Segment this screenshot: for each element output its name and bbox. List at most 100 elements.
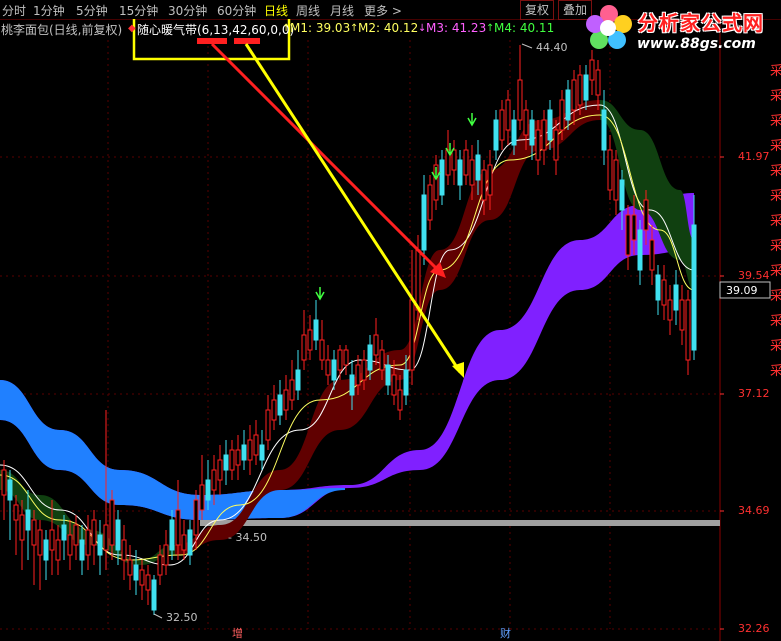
period-more-button[interactable]: 更多 >	[364, 2, 402, 19]
candle-body	[397, 389, 403, 411]
candle-body	[205, 479, 211, 501]
candle-body	[139, 569, 145, 586]
candle-body	[187, 529, 193, 556]
candle-body	[301, 334, 307, 361]
candle-body	[289, 379, 295, 401]
candle-body	[19, 514, 25, 541]
candle-body	[307, 329, 313, 351]
candle-body	[589, 59, 595, 81]
period-tab-30min[interactable]: 30分钟	[168, 2, 207, 19]
candle-body	[655, 274, 661, 301]
candle-body	[43, 539, 49, 561]
right-column-glyph: 采	[770, 189, 781, 204]
candle-body	[601, 109, 607, 151]
candle-body	[475, 154, 481, 181]
flower-logo-icon	[586, 5, 632, 49]
candle-body	[91, 519, 97, 546]
period-tab-daily[interactable]: 日线	[264, 2, 288, 19]
candle-body	[103, 524, 109, 551]
candle-body	[439, 159, 445, 196]
axis-tick-label: 34.69	[738, 504, 770, 517]
indicator-marker-icon: ◆	[128, 23, 136, 34]
candle-body	[391, 374, 397, 396]
candle-body	[421, 194, 427, 251]
period-tab-weekly[interactable]: 周线	[296, 2, 320, 19]
candle-body	[637, 229, 643, 271]
candle-body	[691, 224, 697, 351]
candle-body	[493, 119, 499, 151]
adjust-button[interactable]: 复权	[520, 0, 555, 20]
candle-body	[97, 534, 103, 556]
candle-body	[31, 519, 37, 546]
candle-body	[193, 499, 199, 536]
candle-body	[1, 469, 7, 496]
site-logo: 分析家公式网 www.88gs.com	[583, 0, 781, 60]
candle-body	[295, 369, 301, 391]
candle-body	[403, 369, 409, 396]
candle-body	[571, 79, 577, 111]
candle-body	[169, 519, 175, 551]
candle-body	[385, 364, 391, 386]
candle-body	[661, 279, 667, 306]
candle-body	[553, 129, 559, 161]
candle-body	[49, 529, 55, 551]
candle-body	[211, 469, 217, 491]
candle-body	[505, 99, 511, 131]
candle-body	[277, 394, 283, 416]
candle-body	[541, 119, 547, 151]
axis-tick-label: 39.54	[738, 269, 770, 282]
candle-body	[499, 109, 505, 141]
candle-body	[259, 444, 265, 461]
candle-body	[355, 364, 361, 386]
candle-body	[157, 554, 163, 576]
period-tab-60min[interactable]: 60分钟	[217, 2, 256, 19]
candle-body	[481, 169, 487, 201]
candle-body	[235, 449, 241, 466]
candle-body	[565, 89, 571, 121]
candle-body	[679, 299, 685, 331]
m2-value: M2: 40.12	[358, 21, 419, 35]
event-label-cai: 财	[500, 627, 511, 640]
candle-body	[343, 349, 349, 366]
axis-tick-label: 37.12	[738, 387, 770, 400]
high-marker-icon	[521, 43, 533, 49]
right-column-glyph: 采	[770, 314, 781, 329]
candle-body	[85, 529, 91, 556]
price-chart[interactable]: 44.40 32.50 - 34.50 41.97 39.54 37.12 34.69 32.…	[0, 0, 781, 641]
indicator-name[interactable]: 随心暖气带(6,13,42,60,0,0)	[137, 21, 294, 38]
candle-body	[253, 434, 259, 456]
right-column-glyph: 采	[770, 264, 781, 279]
candle-body	[373, 334, 379, 356]
period-tab-5min[interactable]: 5分钟	[76, 2, 108, 19]
candle-body	[535, 129, 541, 161]
candle-body	[223, 454, 229, 471]
candle-body	[73, 524, 79, 546]
candle-body	[283, 389, 289, 411]
stock-name: 桃李面包(日线,前复权)	[1, 23, 123, 37]
m1-value: M1: 39.03	[290, 21, 351, 35]
buy-signal-arrow-icon	[431, 167, 441, 181]
candle-body	[37, 529, 43, 556]
buy-signal-arrow-icon	[467, 113, 477, 127]
right-column-glyph: 采	[770, 164, 781, 179]
candle-body	[325, 359, 331, 376]
buy-signal-arrow-icon	[315, 287, 325, 301]
candle-body	[367, 344, 373, 371]
indicator-color-swatch-purple	[234, 38, 260, 44]
candle-body	[643, 199, 649, 231]
period-tab-15min[interactable]: 15分钟	[119, 2, 158, 19]
period-tab-fenshi[interactable]: 分时	[2, 2, 26, 19]
candle-body	[25, 509, 31, 531]
support-line	[200, 520, 720, 526]
period-tab-monthly[interactable]: 月线	[330, 2, 354, 19]
candle-body	[109, 499, 115, 546]
candle-body	[247, 439, 253, 461]
candle-body	[463, 149, 469, 176]
candle-body	[67, 534, 73, 556]
candle-body	[337, 349, 343, 371]
period-tab-1min[interactable]: 1分钟	[33, 2, 65, 19]
candle-body	[151, 579, 157, 611]
m4-value: M4: 40.11	[494, 21, 555, 35]
candle-body	[619, 179, 625, 211]
candle-body	[631, 214, 637, 241]
